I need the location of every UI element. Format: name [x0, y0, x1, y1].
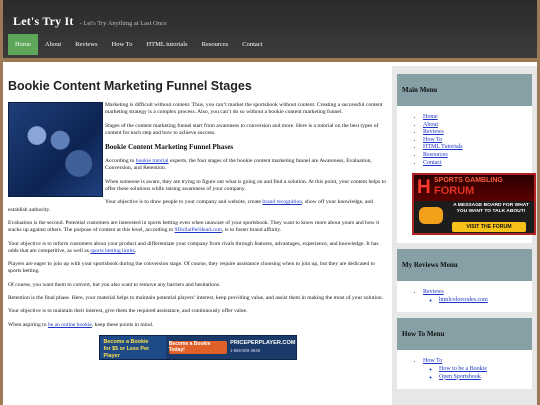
- text: .: [134, 247, 137, 254]
- nav-item-about[interactable]: About: [38, 34, 68, 55]
- site-header: Let's Try It - Let's Try Anything at Las…: [3, 0, 537, 62]
- text: Your objective is to draw people to your…: [105, 199, 263, 206]
- banner-line-1: Become a Bookie: [103, 338, 149, 345]
- widget-title: How To Menu: [397, 318, 532, 351]
- howto-submenu-item[interactable]: How to be a Bookie: [439, 366, 526, 374]
- main-menu-item-about[interactable]: About: [423, 122, 526, 130]
- main-menu-widget: Main Menu Home About Reviews How To HTML…: [397, 74, 536, 244]
- widget-title: My Reviews Menu: [397, 249, 532, 282]
- 9dollarperhead-link[interactable]: 9DollarPerHead.com: [175, 227, 222, 233]
- reviews-submenu: htmlcolorcodes.com: [423, 297, 526, 305]
- banner-cta-button[interactable]: Become a Bookie Today!: [168, 340, 228, 354]
- reviews-menu-list: Reviews htmlcolorcodes.com: [403, 289, 526, 304]
- paragraph: Of course, you want them to convert, but…: [8, 281, 221, 288]
- banner-brand: PRICEPERPLAYER.COM 1-866-500-4938: [230, 340, 295, 354]
- nav-item-html-tutorials[interactable]: HTML tutorials: [139, 34, 194, 55]
- howto-menu-list: How To How to be a Bookie Open Sportsboo…: [403, 358, 526, 381]
- menu-link[interactable]: Resources: [423, 152, 448, 158]
- nav-item-reviews[interactable]: Reviews: [68, 34, 104, 55]
- paragraph: Your objective is to maintain their inte…: [8, 308, 248, 315]
- ad-title-line-1: SPORTS GAMBLING: [434, 177, 503, 185]
- paragraph: When aspiring to be an online bookie, ke…: [8, 322, 387, 329]
- paragraph: Players are eager to join up with your s…: [8, 261, 375, 275]
- reviews-menu-item[interactable]: Reviews htmlcolorcodes.com: [423, 289, 526, 304]
- main-menu-item-home[interactable]: Home: [423, 114, 526, 122]
- visit-forum-button[interactable]: VISIT THE FORUM: [452, 222, 526, 233]
- menu-link[interactable]: How to be a Bookie: [439, 366, 487, 372]
- menu-link[interactable]: How To: [423, 358, 442, 364]
- howto-menu-widget: How To Menu How To How to be a Bookie Op…: [397, 318, 532, 390]
- main-menu-list: Home About Reviews How To HTML Tutorials…: [403, 114, 526, 167]
- howto-submenu: How to be a Bookie Open Sportsbook: [423, 366, 526, 381]
- widget-title: Main Menu: [397, 74, 532, 106]
- text: Your objective is to inform customers ab…: [8, 240, 379, 254]
- bookie-tutorial-link[interactable]: bookie tutorial: [136, 158, 169, 164]
- paragraph: Retention is the final phase. Here, your…: [8, 295, 384, 302]
- banner-phone: 1-866-500-4938: [230, 348, 260, 354]
- menu-link[interactable]: Reviews: [423, 289, 444, 295]
- main-menu-item-html-tutorials[interactable]: HTML Tutorials: [423, 144, 526, 152]
- sports-gambling-forum-ad[interactable]: H SPORTS GAMBLING FORUM A MESSAGE BOARD …: [412, 173, 536, 236]
- online-bookie-link[interactable]: be an online bookie: [48, 322, 92, 328]
- ad-message: A MESSAGE BOARD FOR WHAT YOU WANT TO TAL…: [453, 203, 529, 215]
- main-menu-item-reviews[interactable]: Reviews: [423, 129, 526, 137]
- nav-item-contact[interactable]: Contact: [235, 34, 269, 55]
- nav-item-home[interactable]: Home: [8, 34, 38, 55]
- menu-link[interactable]: Reviews: [423, 129, 444, 135]
- widget-body: Home About Reviews How To HTML Tutorials…: [397, 106, 536, 243]
- banner-line-2: for $5 or Less Per Player: [103, 345, 150, 359]
- brand-recognition-link[interactable]: brand recognition: [262, 199, 302, 205]
- text: According to: [105, 158, 136, 165]
- menu-link[interactable]: Contact: [423, 160, 442, 166]
- menu-link[interactable]: HTML Tutorials: [423, 144, 463, 150]
- widget-body: How To How to be a Bookie Open Sportsboo…: [397, 350, 532, 389]
- brand-row: Let's Try It - Let's Try Anything at Las…: [13, 14, 167, 29]
- main-menu-item-contact[interactable]: Contact: [423, 160, 526, 168]
- menu-link[interactable]: Home: [423, 114, 438, 120]
- article-image: [8, 102, 103, 197]
- reviews-submenu-item[interactable]: htmlcolorcodes.com: [439, 297, 526, 305]
- reviews-menu-widget: My Reviews Menu Reviews htmlcolorcodes.c…: [397, 249, 532, 313]
- text: When aspiring to: [8, 321, 48, 328]
- main-nav: Home About Reviews How To HTML tutorials…: [8, 34, 270, 55]
- ad-title-line-2: FORUM: [434, 185, 475, 198]
- site-tagline: - Let's Try Anything at Last Once: [79, 20, 167, 27]
- nav-item-resources[interactable]: Resources: [195, 34, 236, 55]
- paragraph: Evaluation is the second. Potential cust…: [8, 220, 387, 235]
- menu-link[interactable]: About: [423, 122, 438, 128]
- menu-link[interactable]: htmlcolorcodes.com: [439, 297, 488, 303]
- paragraph: Your objective is to inform customers ab…: [8, 241, 387, 256]
- ad-logo-letter: H: [417, 177, 431, 199]
- speech-bubble-icon: [419, 207, 443, 225]
- banner-brand-name: PRICEPERPLAYER.COM: [230, 340, 296, 347]
- page-title: Bookie Content Marketing Funnel Stages: [8, 79, 252, 93]
- sports-betting-limits-link[interactable]: sports betting limits: [90, 248, 134, 254]
- text: , keep these points in mind.: [91, 321, 154, 328]
- text: , is to foster brand affinity.: [221, 227, 282, 234]
- menu-link[interactable]: How To: [423, 137, 442, 143]
- main-content: Bookie Content Marketing Funnel Stages M…: [3, 66, 392, 405]
- bookie-banner-ad[interactable]: Become a Bookie for $5 or Less Per Playe…: [98, 334, 297, 360]
- banner-left: Become a Bookie for $5 or Less Per Playe…: [99, 335, 166, 359]
- main-menu-item-resources[interactable]: Resources: [423, 152, 526, 160]
- sidebar: Main Menu Home About Reviews How To HTML…: [392, 66, 537, 405]
- main-menu-item-how-to[interactable]: How To: [423, 137, 526, 145]
- howto-menu-item[interactable]: How To How to be a Bookie Open Sportsboo…: [423, 358, 526, 381]
- menu-link[interactable]: Open Sportsbook: [439, 374, 481, 380]
- nav-item-how-to[interactable]: How To: [105, 34, 140, 55]
- site-title[interactable]: Let's Try It: [13, 14, 74, 29]
- widget-body: Reviews htmlcolorcodes.com: [397, 281, 532, 312]
- howto-submenu-item[interactable]: Open Sportsbook: [439, 374, 526, 382]
- paragraph: Your objective is to draw people to your…: [8, 199, 387, 214]
